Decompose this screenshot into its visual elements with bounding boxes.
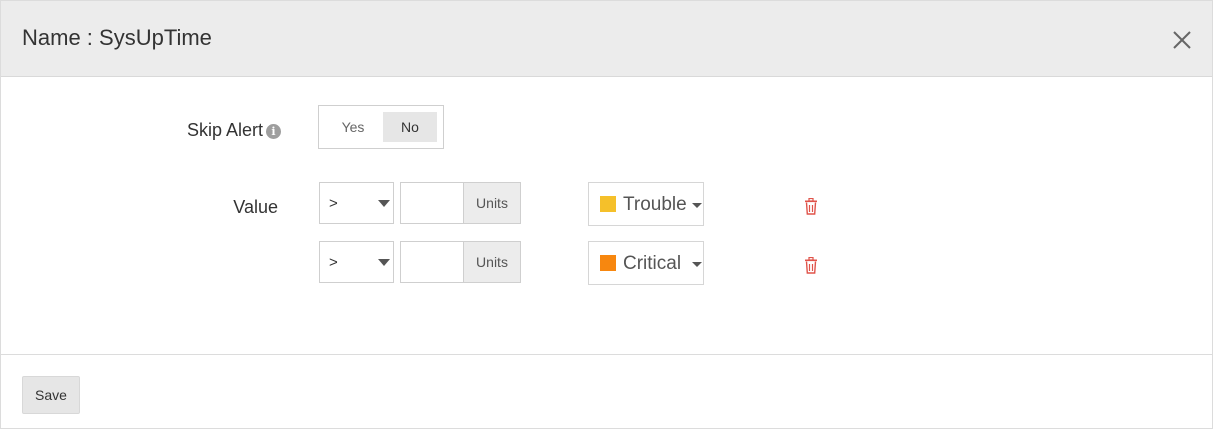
save-button[interactable]: Save (22, 376, 80, 414)
trash-icon[interactable] (804, 197, 820, 216)
threshold-input-group-critical: Units (400, 241, 521, 283)
severity-label: Trouble (623, 194, 687, 215)
chevron-down-icon (378, 200, 390, 207)
skip-alert-no-option[interactable]: No (383, 112, 437, 142)
chevron-down-icon (692, 203, 702, 208)
dialog-header: Name : SysUpTime (1, 1, 1212, 77)
dialog-title: Name : SysUpTime (22, 25, 212, 50)
dialog-body: Skip Alert i Yes No Value > Units Trouble (1, 78, 1212, 354)
threshold-input-group-trouble: Units (400, 182, 521, 224)
operator-select-trouble[interactable]: > (319, 182, 394, 224)
operator-value: > (329, 254, 338, 271)
operator-value: > (329, 195, 338, 212)
info-icon[interactable]: i (266, 124, 281, 139)
trash-icon[interactable] (804, 256, 820, 275)
threshold-dialog: Name : SysUpTime Skip Alert i Yes No Valu… (0, 0, 1213, 429)
threshold-input-trouble[interactable] (401, 183, 464, 223)
severity-select-critical[interactable]: Critical (588, 241, 704, 285)
skip-alert-yes-option[interactable]: Yes (326, 112, 380, 142)
close-icon[interactable] (1169, 27, 1195, 53)
skip-alert-label: Skip Alert (186, 120, 263, 140)
severity-color-swatch (600, 255, 616, 271)
skip-alert-label-group: Skip Alert i (141, 120, 281, 141)
chevron-down-icon (692, 262, 702, 267)
chevron-down-icon (378, 259, 390, 266)
dialog-footer: Save (1, 354, 1212, 428)
severity-color-swatch (600, 196, 616, 212)
skip-alert-toggle: Yes No (318, 105, 444, 149)
operator-select-critical[interactable]: > (319, 241, 394, 283)
units-addon: Units (464, 242, 520, 282)
units-addon: Units (464, 183, 520, 223)
threshold-input-critical[interactable] (401, 242, 464, 282)
severity-label: Critical (623, 253, 682, 274)
severity-select-trouble[interactable]: Trouble (588, 182, 704, 226)
value-label: Value (233, 197, 278, 217)
